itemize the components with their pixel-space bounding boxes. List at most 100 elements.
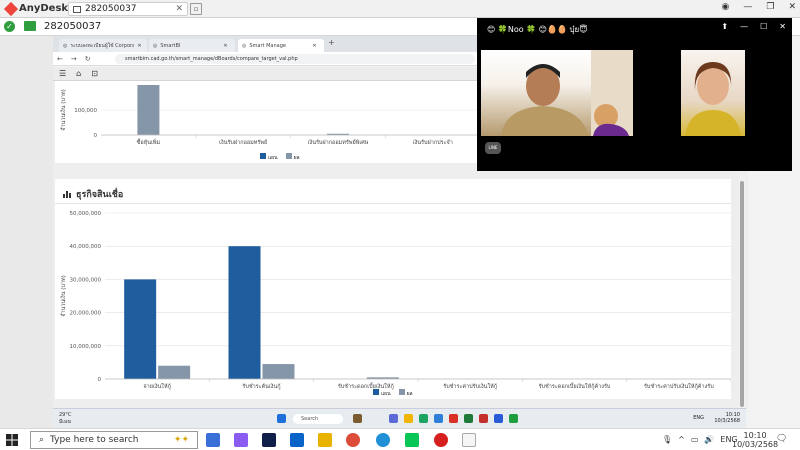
video-window-controls: ⬆ — ☐ ✕ [721, 22, 786, 31]
legend-plan[interactable]: แผน [373, 389, 391, 398]
url-bar[interactable]: smartbim.cad.go.th/smart_manage/dBoards/… [115, 54, 475, 64]
maximize-icon[interactable]: ☐ [760, 22, 767, 31]
x-tick-label: รับชำระต้นเงินกู้ [242, 383, 280, 390]
x-tick-label: รับชำระดอกเบี้ยเงินให้กู้ค้างรับ [539, 382, 611, 390]
close-icon[interactable]: ✕ [175, 4, 183, 14]
remote-lang[interactable]: ENG [693, 415, 704, 421]
close-window-icon[interactable]: ✕ [788, 2, 796, 12]
weather-desc: มีเมฆ [59, 419, 72, 425]
windows-start-icon[interactable] [6, 434, 18, 446]
hamburger-icon[interactable]: ☰ [59, 69, 66, 78]
participant-video-1[interactable] [481, 50, 633, 136]
outlook-icon[interactable] [290, 433, 304, 447]
y-axis-title: จำนวนเงิน (บาท) [60, 275, 67, 317]
bar-plan [124, 279, 157, 379]
line-logo-icon: LINE [485, 142, 501, 154]
remote-edge-icon[interactable] [419, 414, 428, 423]
home-icon[interactable]: ⌂ [76, 69, 81, 78]
remote-folder-icon[interactable] [404, 414, 413, 423]
participant-avatar-woman [685, 62, 741, 136]
remote-app-icon[interactable] [479, 414, 488, 423]
tab-close-icon[interactable]: ✕ [137, 43, 141, 49]
anydesk-taskbar-icon[interactable] [434, 433, 448, 447]
bar-result [262, 364, 295, 379]
credit-chart-card: ธุรกิจสินเชื่อ 0 10,000,000 20,000,000 30,0… [55, 179, 731, 399]
anydesk-session-tab[interactable]: 282050037 ✕ [68, 2, 188, 16]
bar-result [158, 365, 191, 379]
new-session-icon[interactable]: ▫ [190, 3, 202, 15]
remote-excel-icon[interactable] [464, 414, 473, 423]
chevron-up-icon[interactable]: ^ [678, 435, 685, 444]
remote-app-icon[interactable] [434, 414, 443, 423]
y-tick-label: 20,000,000 [70, 311, 102, 317]
taskbar-search[interactable]: ⌕ Type here to search ✦✦ [30, 431, 198, 449]
legend-swatch-result [398, 389, 405, 395]
line-video-call-window[interactable]: 😊 🍀Noo 🍀 😊🥚🥚 บุ๋ย😇 ⬆ — ☐ ✕ LINE [477, 18, 792, 171]
tab-favicon-icon: ◎ [153, 42, 158, 49]
legend-result[interactable]: ผล [285, 153, 300, 162]
browser-tab-2[interactable]: ◎ SmartBI ✕ [149, 39, 235, 52]
minimize-icon[interactable]: — [743, 2, 752, 12]
legend-result[interactable]: ผล [398, 389, 413, 398]
legend-result-label: ผล [293, 155, 300, 161]
back-icon[interactable]: ← [57, 55, 63, 63]
legend-plan-label: แผน [268, 155, 278, 161]
legend-swatch-plan [260, 153, 266, 159]
photoshop-icon[interactable] [262, 433, 276, 447]
remote-app-icon[interactable] [389, 414, 398, 423]
remote-line-icon[interactable] [509, 414, 518, 423]
bar-result [137, 85, 160, 135]
remote-start-icon[interactable] [277, 414, 286, 423]
remote-weather[interactable]: 29°C มีเมฆ [59, 412, 71, 426]
anydesk-logo: AnyDesk [3, 1, 68, 16]
remote-search-box[interactable]: Search [293, 414, 343, 424]
pin-icon[interactable]: ⬆ [721, 22, 728, 31]
copilot-icon[interactable] [234, 433, 248, 447]
browser-tab-label: SmartBI [160, 42, 181, 49]
remote-app-icon[interactable] [353, 414, 362, 423]
window-controls: ◉ — ❐ ✕ [722, 2, 796, 12]
remote-clock[interactable]: 10:10 10/3/2568 [714, 412, 740, 424]
notification-icon[interactable]: 🗨 [776, 434, 787, 444]
search-placeholder: Type here to search [50, 435, 139, 445]
volume-icon[interactable]: 🔊 [704, 435, 714, 444]
file-explorer-icon[interactable] [318, 433, 332, 447]
participant-video-2[interactable] [681, 50, 745, 136]
browser-tab-1[interactable]: ◎ ระบบลงทะเบียนผู้ใช้ Corporate ✕ [59, 39, 147, 52]
y-tick-label: 50,000,000 [70, 211, 102, 217]
y-axis-title: จำนวนเงิน (บาท) [60, 89, 67, 131]
browser-tab-3[interactable]: ◎ Smart Manage ✕ [238, 39, 324, 52]
legend-plan[interactable]: แผน [260, 153, 278, 162]
credit-chart-legend: แผน ผล [373, 389, 413, 398]
minimize-icon[interactable]: — [740, 22, 748, 31]
browser-tab-label: ระบบลงทะเบียนผู้ใช้ Corporate [70, 42, 135, 49]
page-scrollbar-thumb[interactable] [740, 181, 744, 407]
remote-chrome-icon[interactable] [449, 414, 458, 423]
remote-word-icon[interactable] [494, 414, 503, 423]
forward-icon[interactable]: → [71, 55, 77, 63]
tab-favicon-icon: ◎ [242, 42, 247, 49]
edge-icon[interactable] [376, 433, 390, 447]
line-app-icon[interactable] [405, 433, 419, 447]
anydesk-menu-icon[interactable]: ◉ [722, 2, 730, 12]
document-icon[interactable] [462, 433, 476, 447]
taskbar-clock[interactable]: 10:10 10/03/2568 [732, 431, 778, 449]
remote-monitor-icon[interactable] [24, 21, 36, 31]
address-value[interactable]: 282050037 [44, 21, 101, 32]
bar-chart-icon [63, 191, 71, 198]
expand-icon[interactable]: ⊡ [91, 69, 98, 78]
tab-close-icon[interactable]: ✕ [223, 43, 227, 49]
new-tab-button[interactable]: + [328, 38, 335, 47]
tab-close-icon[interactable]: ✕ [312, 43, 316, 49]
task-view-icon[interactable] [206, 433, 220, 447]
tab-favicon-icon: ◎ [63, 42, 68, 49]
restore-icon[interactable]: ❐ [766, 2, 774, 12]
microphone-icon[interactable]: 🎙 [662, 435, 672, 444]
legend-swatch-result [285, 153, 292, 159]
sparkle-icon: ✦✦ [173, 435, 189, 445]
browser-tab-label: Smart Manage [249, 42, 286, 49]
chrome-icon[interactable] [346, 433, 360, 447]
network-icon[interactable]: ▭ [691, 435, 699, 444]
close-icon[interactable]: ✕ [779, 22, 786, 31]
reload-icon[interactable]: ↻ [85, 55, 91, 63]
